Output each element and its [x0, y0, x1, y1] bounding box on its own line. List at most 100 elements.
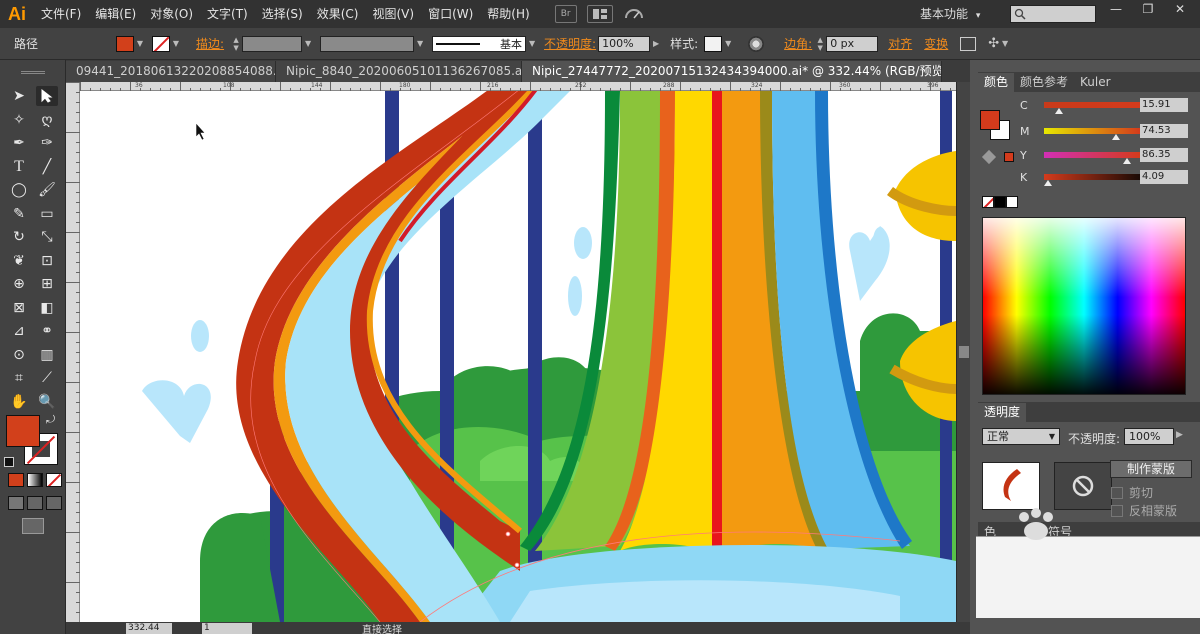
- artwork[interactable]: [80, 91, 956, 622]
- selection-tool-icon[interactable]: ➤: [8, 86, 30, 106]
- fill-swatch[interactable]: [116, 35, 134, 52]
- chevron-down-icon[interactable]: ▼: [526, 36, 538, 52]
- artboard-canvas[interactable]: [80, 91, 956, 622]
- stroke-swatch[interactable]: [152, 35, 170, 52]
- gradient-tool-icon[interactable]: ◧: [36, 298, 58, 318]
- cyan-value-field[interactable]: 15.91: [1140, 98, 1188, 112]
- color-mode-icon[interactable]: [8, 473, 24, 487]
- corner-stepper[interactable]: ▲ ▼: [814, 36, 826, 52]
- fill-color-box[interactable]: [6, 415, 40, 447]
- arrange-documents-icon[interactable]: [586, 5, 613, 23]
- draw-normal-icon[interactable]: [8, 496, 24, 510]
- warp-tool-icon[interactable]: ❦: [8, 251, 30, 271]
- corner-radius-field[interactable]: 0 px: [826, 35, 879, 52]
- zoom-level-field[interactable]: 332.44: [126, 622, 172, 634]
- opacity-panel-link[interactable]: 不透明度:: [544, 35, 596, 52]
- color-spectrum[interactable]: [982, 217, 1186, 395]
- mesh-tool-icon[interactable]: ⊠: [8, 298, 30, 318]
- type-tool-icon[interactable]: T: [8, 157, 30, 177]
- clip-checkbox[interactable]: [1111, 486, 1123, 499]
- stroke-weight-stepper[interactable]: ▲ ▼: [230, 36, 242, 52]
- scrollbar-thumb[interactable]: [959, 346, 969, 358]
- hand-tool-icon[interactable]: ✋: [8, 392, 30, 412]
- variable-width-profile[interactable]: [320, 35, 415, 52]
- slice-tool-icon[interactable]: ⟋: [36, 368, 58, 388]
- pencil-icon[interactable]: ✎: [8, 204, 30, 224]
- mask-thumbnail[interactable]: [1054, 462, 1112, 510]
- web-safe-swatch[interactable]: [1004, 152, 1014, 162]
- shape-builder-icon[interactable]: ⊕: [8, 274, 30, 294]
- chevron-down-icon[interactable]: ▼: [722, 36, 734, 52]
- menu-window[interactable]: 窗口(W): [421, 0, 480, 28]
- menu-object[interactable]: 对象(O): [143, 0, 200, 28]
- tab-color[interactable]: 颜色: [978, 73, 1015, 92]
- eyedropper-icon[interactable]: ⊿: [8, 321, 30, 341]
- none-swatch[interactable]: [982, 196, 994, 208]
- graphic-style-swatch[interactable]: [704, 35, 723, 52]
- screen-mode-icon[interactable]: [22, 518, 44, 534]
- menu-file[interactable]: 文件(F): [34, 0, 88, 28]
- gradient-mode-icon[interactable]: [27, 473, 43, 487]
- vertical-scrollbar[interactable]: [956, 82, 970, 622]
- draw-inside-icon[interactable]: [46, 496, 62, 510]
- corner-panel-link[interactable]: 边角:: [784, 35, 812, 52]
- invert-mask-checkbox[interactable]: [1111, 504, 1123, 517]
- help-search-input[interactable]: [1010, 5, 1096, 23]
- tools-panel-grip[interactable]: [0, 60, 65, 84]
- workspace-switcher[interactable]: 基本功能 ▾: [920, 4, 996, 24]
- color-panel-fill-stroke[interactable]: [980, 110, 1012, 142]
- menu-select[interactable]: 选择(S): [255, 0, 310, 28]
- chevron-down-icon[interactable]: ▼: [302, 36, 314, 52]
- tab-document-2[interactable]: Nipic_8840_20200605101136267085.ai* ×: [276, 61, 522, 82]
- free-transform-icon[interactable]: ⊡: [36, 251, 58, 271]
- menu-edit[interactable]: 编辑(E): [88, 0, 143, 28]
- eraser-icon[interactable]: ▭: [36, 204, 58, 224]
- magenta-value-field[interactable]: 74.53: [1140, 124, 1188, 138]
- lasso-icon[interactable]: ღ: [36, 110, 58, 130]
- tab-transparency[interactable]: 透明度: [978, 403, 1027, 422]
- tab-document-1[interactable]: 09441_20180613220208854088.ai* ×: [66, 61, 276, 82]
- menu-effect[interactable]: 效果(C): [310, 0, 366, 28]
- scale-tool-icon[interactable]: ⤡: [36, 227, 58, 247]
- white-swatch[interactable]: [1006, 196, 1018, 208]
- make-mask-button[interactable]: 制作蒙版: [1110, 460, 1192, 478]
- chevron-down-icon[interactable]: ▼: [170, 36, 182, 52]
- tab-document-3[interactable]: Nipic_27447772_20200715132434394000.ai* …: [522, 61, 942, 82]
- ellipse-tool-icon[interactable]: ◯: [8, 180, 30, 200]
- perspective-grid-icon[interactable]: ⊞: [36, 274, 58, 294]
- gpu-performance-icon[interactable]: [623, 5, 645, 23]
- recolor-artwork-icon[interactable]: [748, 35, 765, 52]
- black-value-field[interactable]: 4.09: [1140, 170, 1188, 184]
- minimize-button[interactable]: —: [1100, 0, 1132, 18]
- slider-thumb[interactable]: [1122, 158, 1131, 164]
- chevron-down-icon[interactable]: ▼: [414, 36, 426, 52]
- black-swatch[interactable]: [994, 196, 1006, 208]
- direct-selection-tool-icon[interactable]: [36, 86, 58, 106]
- transform-panel-link[interactable]: 变换: [924, 35, 948, 52]
- magic-wand-icon[interactable]: ✧: [8, 110, 30, 130]
- chevron-down-icon[interactable]: ▼: [134, 36, 146, 52]
- out-of-gamut-icon[interactable]: [981, 149, 997, 165]
- artboard-navigator-field[interactable]: 1: [202, 622, 252, 634]
- close-button[interactable]: ✕: [1164, 0, 1196, 18]
- channel-bar[interactable]: [1043, 174, 1140, 186]
- yellow-value-field[interactable]: 86.35: [1140, 148, 1188, 162]
- default-colors-icon[interactable]: [4, 457, 14, 467]
- slider-thumb[interactable]: [1055, 108, 1064, 114]
- curvature-tool-icon[interactable]: ✑: [36, 133, 58, 153]
- slider-thumb[interactable]: [1043, 180, 1052, 186]
- fill-stroke-widget[interactable]: ⤾: [4, 413, 60, 469]
- menu-help[interactable]: 帮助(H): [480, 0, 536, 28]
- invert-mask-checkbox-row[interactable]: 反相蒙版: [1111, 502, 1177, 519]
- vertical-ruler[interactable]: [66, 82, 80, 622]
- chevron-right-icon[interactable]: ▶: [650, 36, 662, 52]
- blend-mode-select[interactable]: 正常 ▼: [982, 428, 1060, 445]
- zoom-tool-icon[interactable]: 🔍: [36, 392, 58, 412]
- menu-view[interactable]: 视图(V): [365, 0, 421, 28]
- none-mode-icon[interactable]: [46, 473, 62, 487]
- align-panel-link[interactable]: 对齐: [888, 35, 912, 52]
- swap-fill-stroke-icon[interactable]: ⤾: [46, 413, 55, 427]
- stroke-panel-link[interactable]: 描边:: [196, 35, 224, 52]
- tab-kuler[interactable]: Kuler: [1074, 73, 1117, 92]
- rotate-tool-icon[interactable]: ↻: [8, 227, 30, 247]
